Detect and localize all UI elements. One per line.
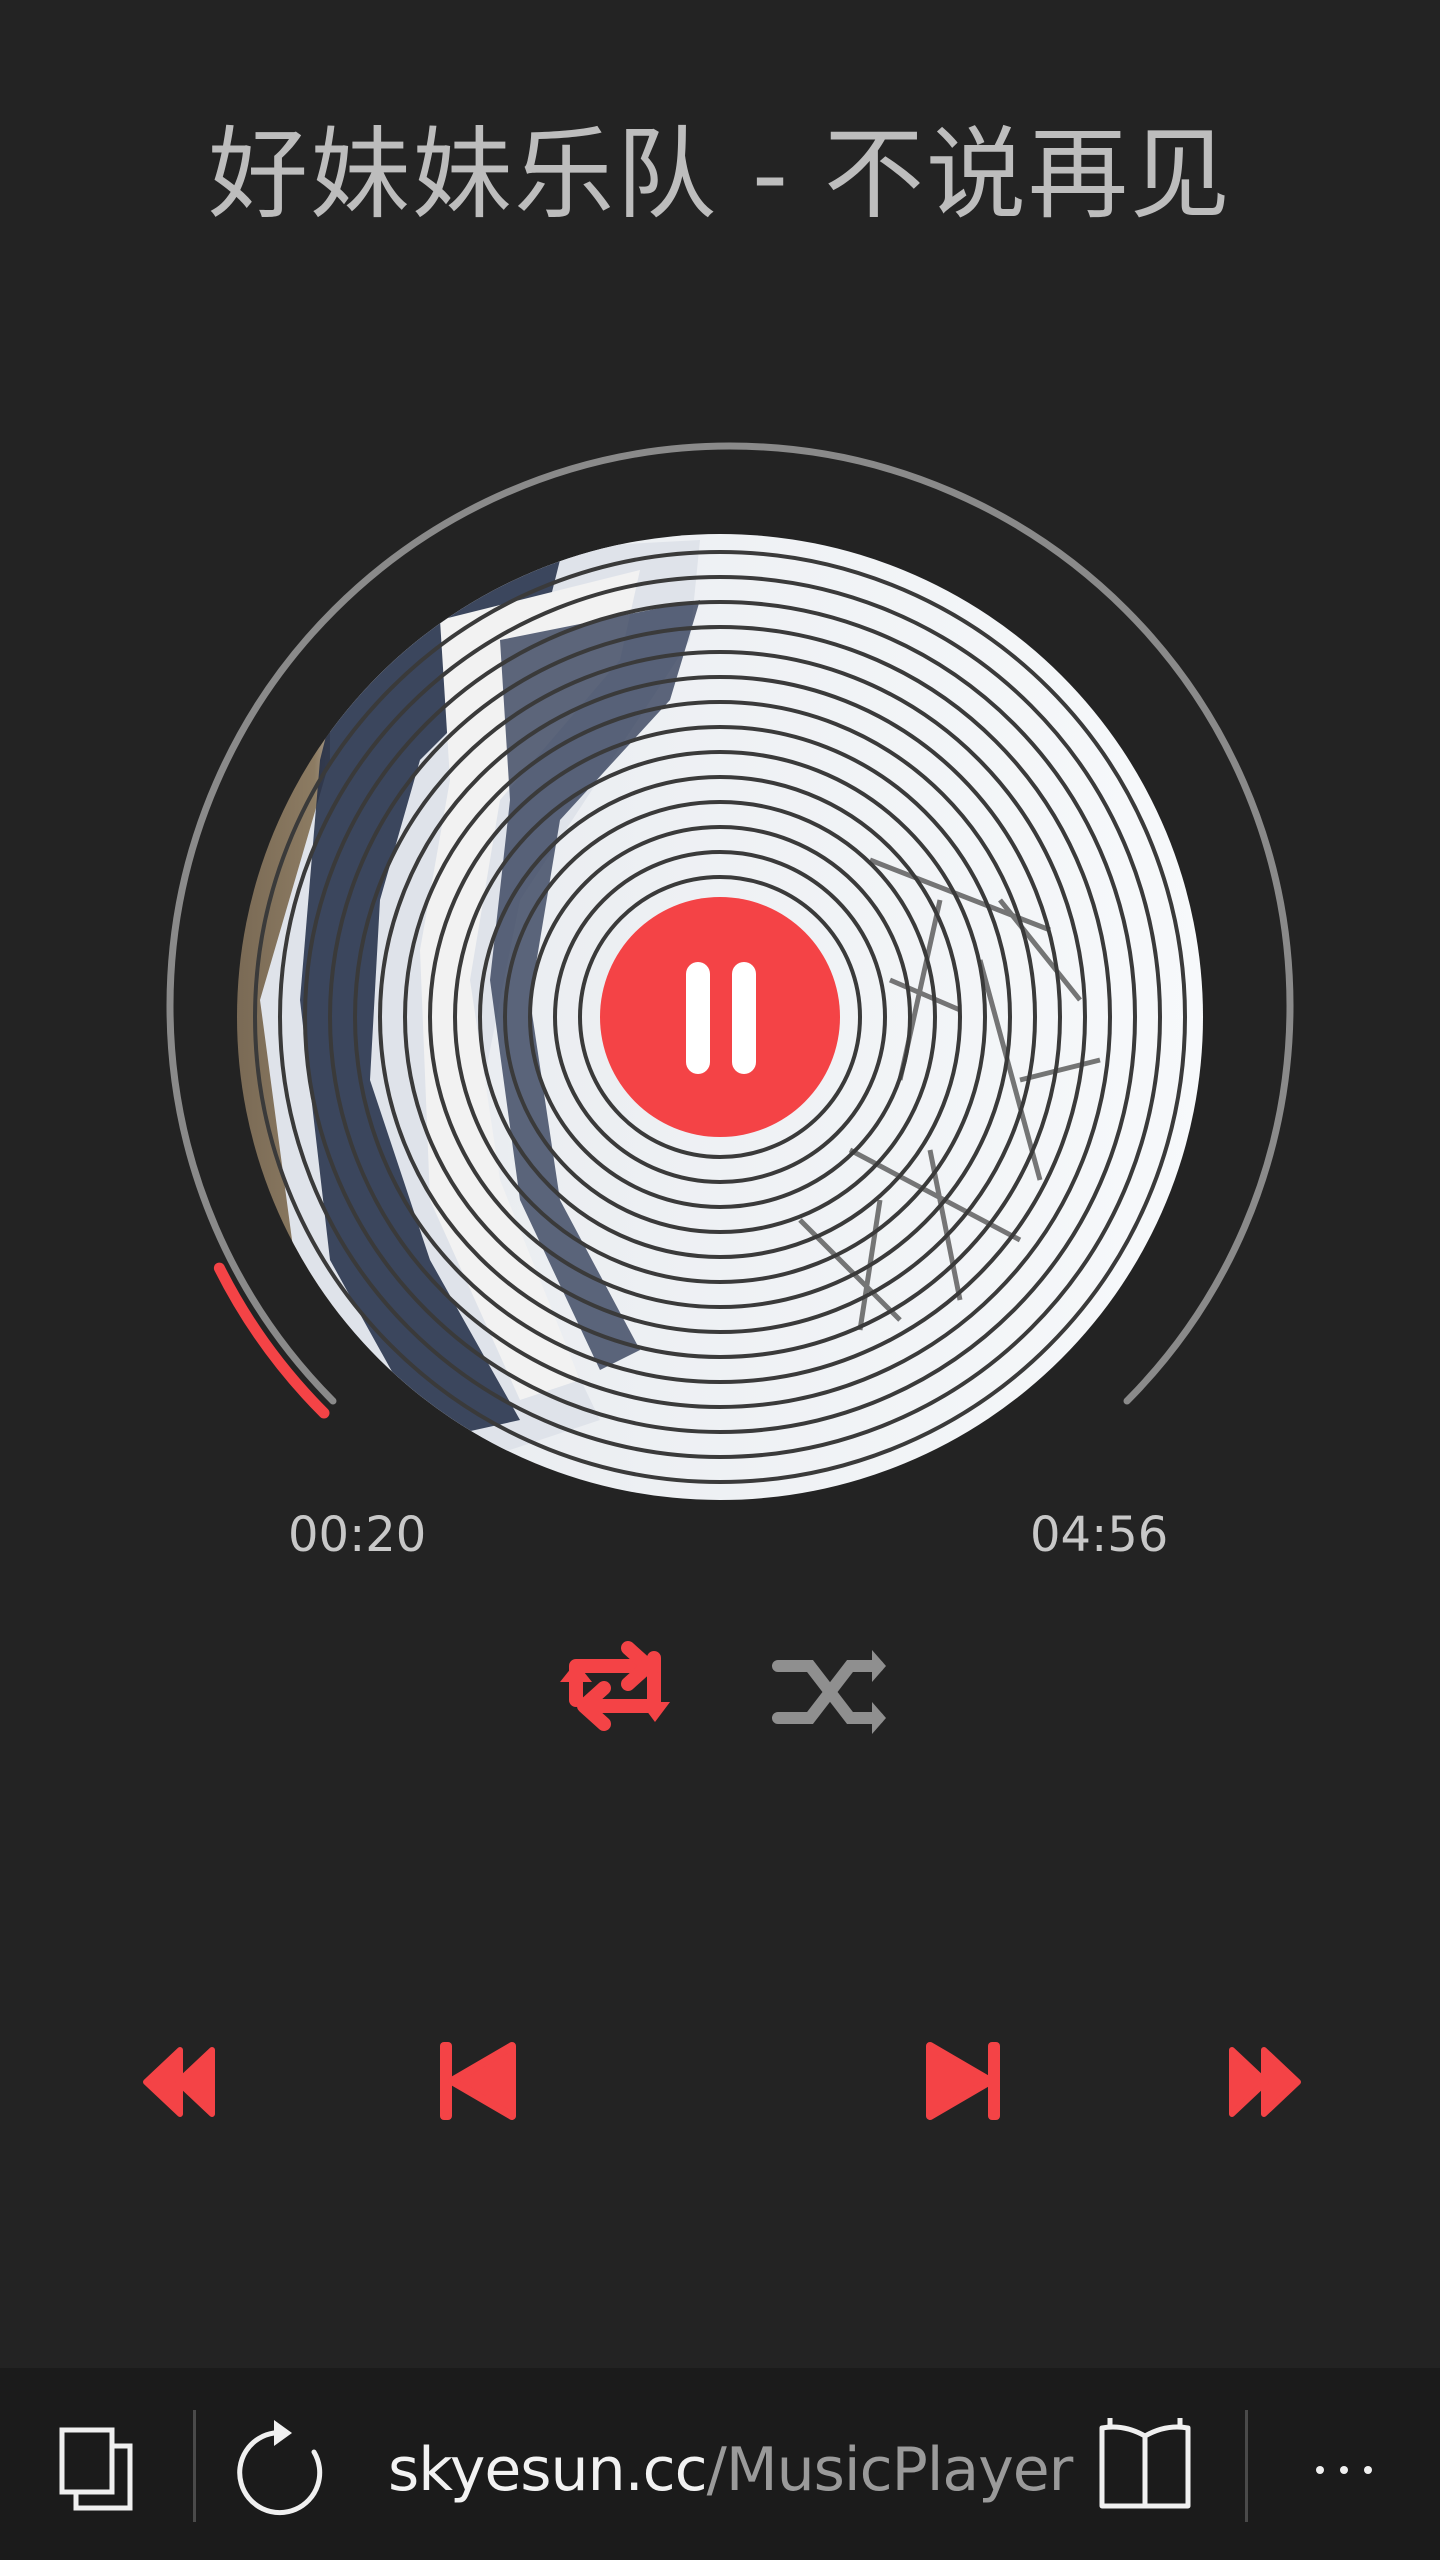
url-host: skyesun.cc (388, 2435, 708, 2505)
next-track-button[interactable] (926, 2042, 1000, 2120)
bar-divider (193, 2410, 196, 2522)
pause-icon (686, 962, 710, 1074)
total-time: 04:56 (1030, 1507, 1169, 1563)
next-track-icon (926, 2042, 994, 2120)
address-bar-url[interactable]: skyesun.cc/MusicPlayer (388, 2430, 1074, 2510)
previous-track-button[interactable] (440, 2042, 516, 2120)
bar-divider (1245, 2410, 1248, 2522)
url-path: /MusicPlayer (706, 2435, 1074, 2505)
repeat-icon[interactable] (569, 1641, 661, 1731)
shuffle-icon-arrows (872, 1650, 886, 1734)
player-graphics (143, 442, 1301, 2120)
fast-forward-icon (1229, 2047, 1301, 2117)
rewind-button[interactable] (143, 2047, 215, 2117)
fast-forward-button[interactable] (1229, 2047, 1301, 2117)
progress-fill (213, 1262, 330, 1419)
play-pause-button[interactable] (600, 897, 840, 1137)
elapsed-time: 00:20 (288, 1507, 427, 1563)
shuffle-icon[interactable] (772, 1660, 884, 1724)
